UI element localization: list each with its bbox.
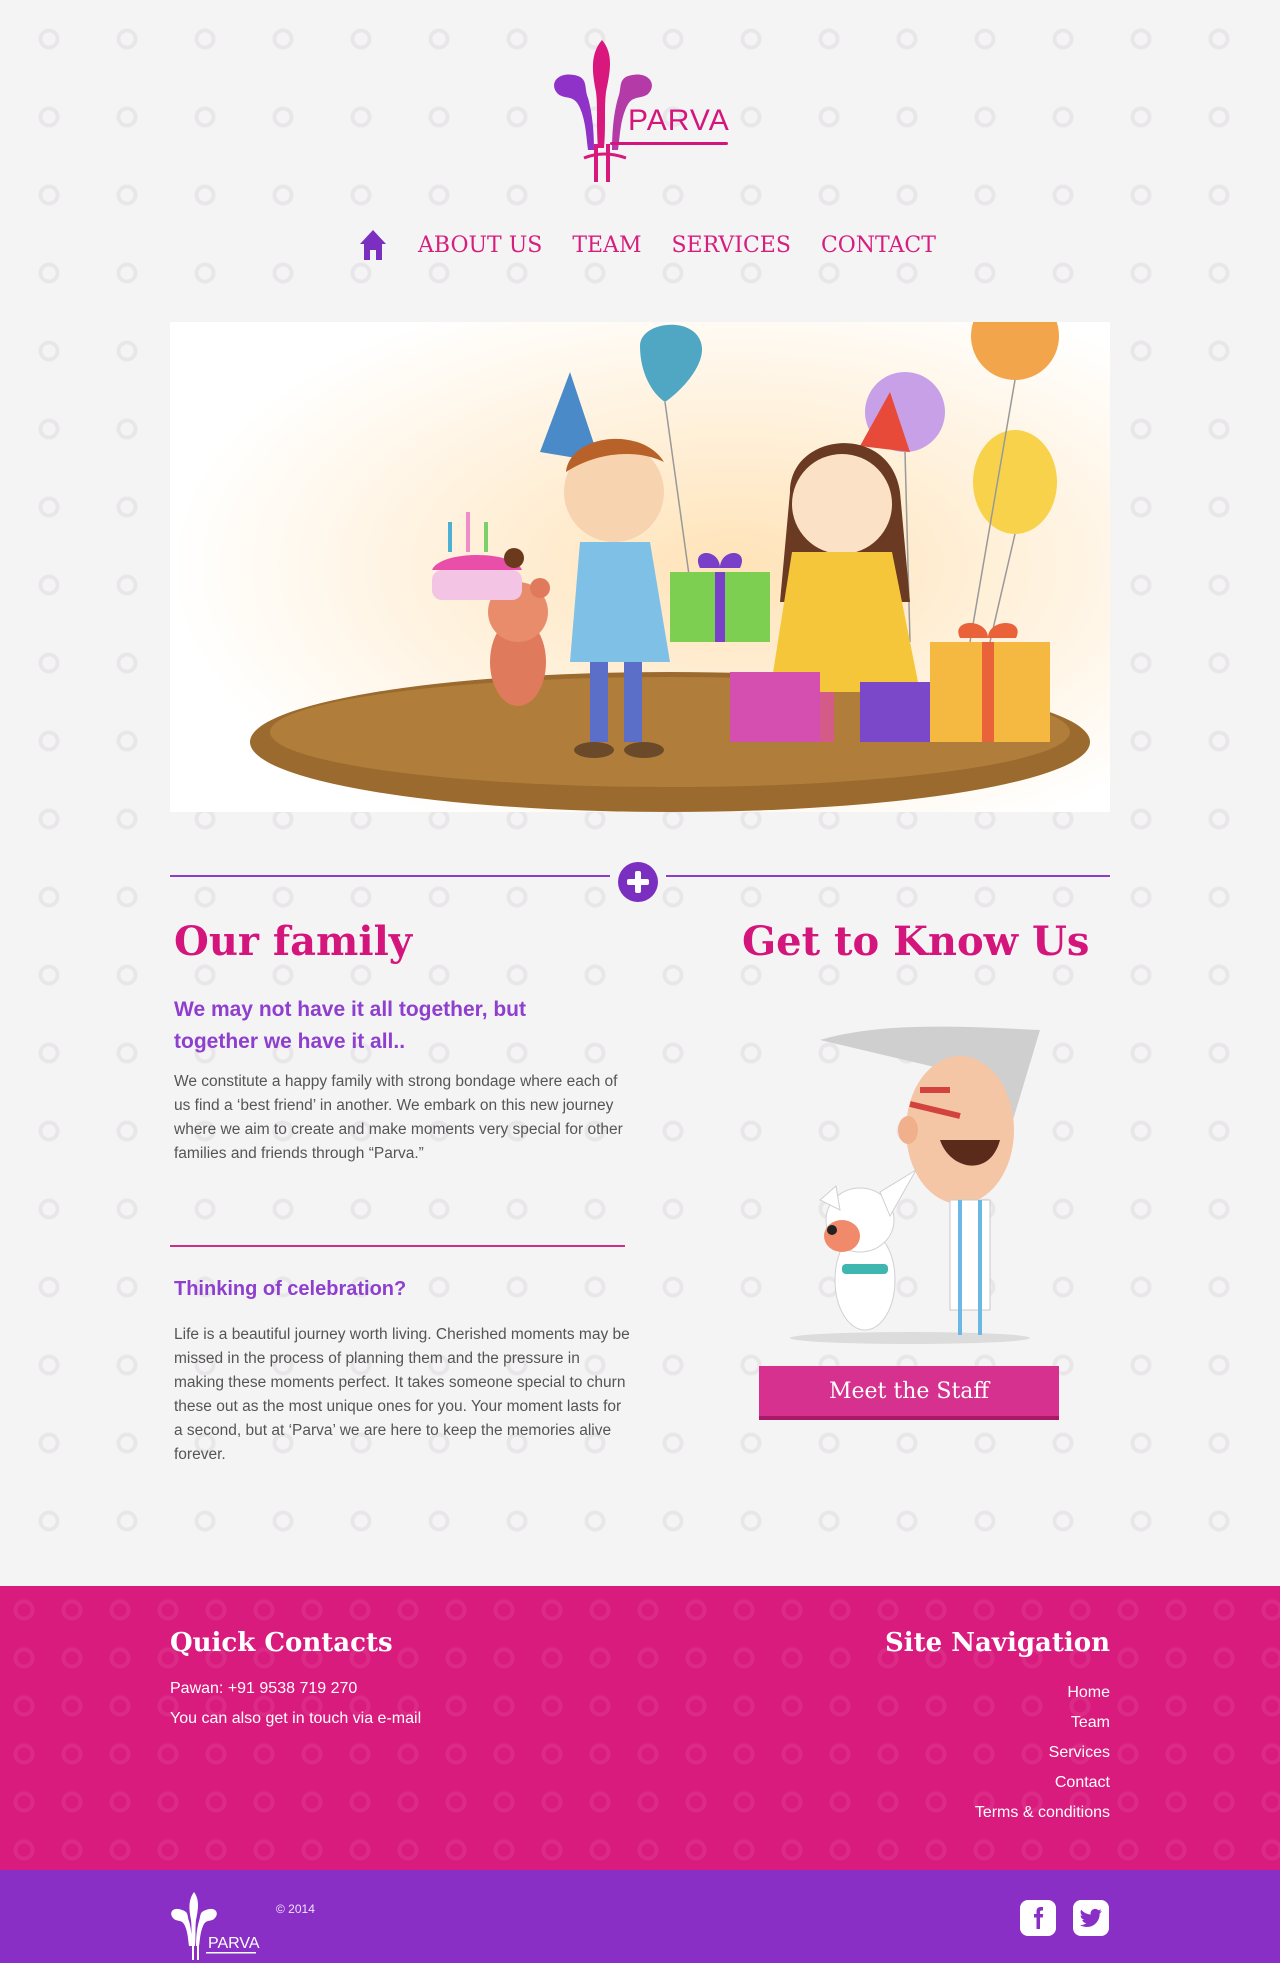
birthday-party-illustration — [170, 322, 1110, 812]
footer-logo-text: PARVA — [208, 1935, 260, 1952]
hero-illustration — [170, 322, 1110, 812]
facebook-icon[interactable] — [1020, 1900, 1056, 1936]
nav-team[interactable]: TEAM — [572, 233, 641, 258]
nav-about-us[interactable]: ABOUT US — [418, 233, 542, 258]
staff-illustration — [760, 1020, 1060, 1350]
footer-link-terms[interactable]: Terms & conditions — [975, 1798, 1110, 1828]
meet-staff-button[interactable]: Meet the Staff — [759, 1366, 1059, 1420]
site-navigation-title: Site Navigation — [884, 1628, 1110, 1658]
brand-name: PARVA — [628, 104, 730, 137]
footer-link-home[interactable]: Home — [975, 1678, 1110, 1708]
family-text: We constitute a happy family with strong… — [174, 1073, 623, 1162]
family-title: Our family — [174, 918, 413, 965]
quick-contacts-title: Quick Contacts — [170, 1628, 393, 1658]
twitter-icon[interactable] — [1073, 1900, 1109, 1936]
column-divider — [170, 1245, 625, 1247]
footer-link-team[interactable]: Team — [975, 1708, 1110, 1738]
man-and-dog-illustration — [790, 1026, 1040, 1344]
footer-link-contact[interactable]: Contact — [975, 1768, 1110, 1798]
footer-nav-list: Home Team Services Contact Terms & condi… — [975, 1678, 1110, 1828]
home-icon[interactable] — [358, 228, 388, 262]
plus-icon[interactable] — [618, 862, 658, 902]
nav-contact[interactable]: CONTACT — [821, 233, 936, 258]
contact-phone[interactable]: Pawan: +91 9538 719 270 — [170, 1680, 357, 1698]
divider-line-right — [666, 875, 1110, 877]
page: PARVA ABOUT US TEAM SERVICES CONTACT Our… — [0, 0, 1280, 1963]
main-nav: ABOUT US TEAM SERVICES CONTACT — [358, 228, 936, 262]
brand-underline — [610, 142, 728, 145]
divider-line-left — [170, 875, 610, 877]
nav-services[interactable]: SERVICES — [671, 233, 790, 258]
copyright: © 2014 — [276, 1902, 315, 1916]
family-subtitle: We may not have it all together, but tog… — [174, 998, 527, 1053]
footer-logo-mark: PARVA — [171, 1892, 260, 1960]
know-us-title: Get to Know Us — [742, 918, 1090, 965]
contact-email-line[interactable]: You can also get in touch via e-mail — [170, 1710, 421, 1728]
celebration-text: Life is a beautiful journey worth living… — [174, 1326, 630, 1463]
footer-link-services[interactable]: Services — [975, 1738, 1110, 1768]
celebration-title: Thinking of celebration? — [174, 1278, 407, 1300]
section-divider — [170, 862, 1110, 902]
footer-logo[interactable]: PARVA — [170, 1888, 260, 1960]
